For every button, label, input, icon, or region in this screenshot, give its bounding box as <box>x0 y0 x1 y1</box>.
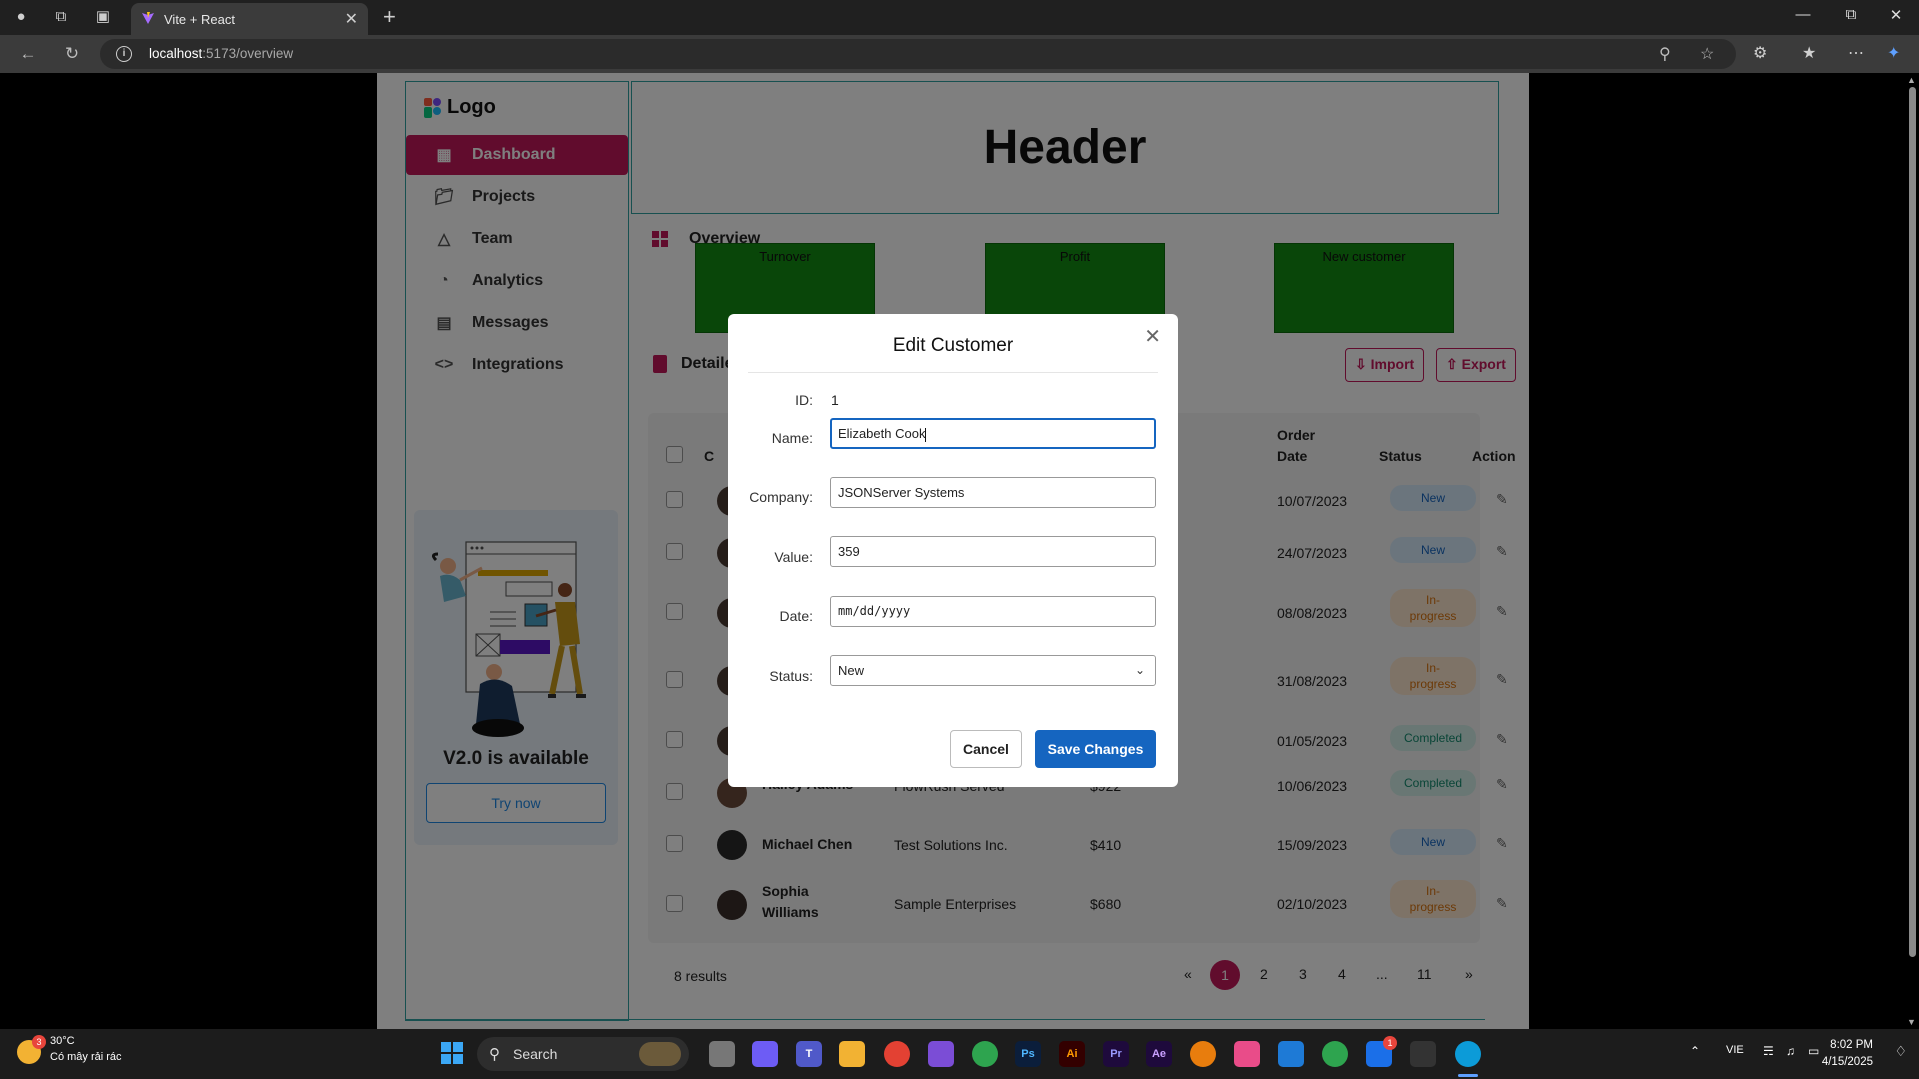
company-label: Company: <box>749 489 813 505</box>
photoshop-icon[interactable]: Ps <box>1015 1041 1041 1067</box>
new-tab-icon[interactable]: + <box>383 4 396 30</box>
cancel-button[interactable]: Cancel <box>950 730 1022 768</box>
status-select-value: New <box>838 663 865 678</box>
zalo-badge: 1 <box>1383 1036 1397 1050</box>
system-clock[interactable]: 8:02 PM 4/15/2025 <box>1822 1037 1873 1071</box>
save-changes-button[interactable]: Save Changes <box>1035 730 1156 768</box>
chevron-up-icon[interactable]: ⌃ <box>1690 1044 1700 1058</box>
tab-title: Vite + React <box>164 12 235 27</box>
reload-icon[interactable]: ↻ <box>60 43 84 65</box>
scroll-up-icon[interactable]: ▲ <box>1907 75 1916 85</box>
weather-badge: 3 <box>32 1035 46 1049</box>
modal-title: Edit Customer <box>892 335 1014 356</box>
clock-date: 4/15/2025 <box>1821 1056 1873 1068</box>
extensions-icon[interactable]: ⚙ <box>1753 43 1767 63</box>
date-field[interactable]: mm/dd/yyyy <box>830 596 1156 627</box>
url-field[interactable]: i localhost:5173/overview ⚲ ☆ <box>100 39 1736 69</box>
profile-icon[interactable]: ● <box>10 6 32 28</box>
edit-customer-modal: Edit Customer ✕ ID: 1 Name: Elizabeth Co… <box>728 314 1178 787</box>
notification-bell-icon[interactable]: ♢ <box>1894 1043 1907 1060</box>
viewport: Logo ▦ Dashboard 📁︎ Projects △ Team ◔ An… <box>0 73 1919 1029</box>
wifi-icon[interactable]: ☴ <box>1763 1044 1774 1058</box>
company-field[interactable]: JSONServer Systems <box>830 477 1156 508</box>
illustrator-icon[interactable]: Ai <box>1059 1041 1085 1067</box>
status-label: Status: <box>769 668 813 684</box>
copilot-app-icon[interactable] <box>752 1041 778 1067</box>
close-icon[interactable]: ✕ <box>1144 324 1161 349</box>
url-text: localhost:5173/overview <box>149 46 294 61</box>
temperature: 30°C <box>50 1035 75 1047</box>
scrollbar-thumb[interactable] <box>1909 87 1916 957</box>
site-info-icon[interactable]: i <box>116 46 132 62</box>
active-app-indicator <box>1458 1074 1478 1077</box>
volume-icon[interactable]: ♫ <box>1786 1044 1795 1058</box>
teams-icon[interactable]: T <box>796 1041 822 1067</box>
task-view-icon[interactable] <box>709 1041 735 1067</box>
chatgpt-icon[interactable] <box>972 1041 998 1067</box>
back-icon[interactable]: ← <box>16 43 40 65</box>
copilot-icon[interactable]: ✦ <box>1887 43 1900 63</box>
workspaces-icon[interactable]: ⧉ <box>50 6 72 28</box>
value-label: Value: <box>774 549 813 565</box>
close-window-icon[interactable]: ✕ <box>1881 6 1911 24</box>
search-icon: ⚲ <box>489 1046 500 1063</box>
date-label: Date: <box>779 608 813 624</box>
chrome-icon[interactable] <box>884 1041 910 1067</box>
weather-description: Có mây rải rác <box>50 1051 122 1063</box>
more-menu-icon[interactable]: ⋯ <box>1848 43 1864 63</box>
taskbar-search[interactable]: ⚲ Search <box>477 1037 689 1071</box>
favorites-icon[interactable]: ★ <box>1802 43 1816 63</box>
page-scrollbar[interactable]: ▲ ▼ <box>1905 73 1919 1029</box>
favorite-star-icon[interactable]: ☆ <box>1700 44 1714 64</box>
vite-logo-icon <box>142 12 154 24</box>
file-explorer-icon[interactable] <box>839 1041 865 1067</box>
premiere-icon[interactable]: Pr <box>1103 1041 1129 1067</box>
language-indicator[interactable]: VIE <box>1726 1044 1744 1056</box>
browser-tab-bar: ● ⧉ ▣ Vite + React ✕ + — ⧉ ✕ <box>0 0 1919 35</box>
chevron-down-icon: ⌄ <box>1134 663 1145 677</box>
edge-icon[interactable] <box>1455 1041 1481 1067</box>
app-icon[interactable] <box>928 1041 954 1067</box>
id-label: ID: <box>795 392 813 408</box>
chatgpt-app-icon[interactable] <box>1322 1041 1348 1067</box>
instagram-icon[interactable] <box>1234 1041 1260 1067</box>
text-caret <box>925 427 927 442</box>
clock-time: 8:02 PM <box>1830 1039 1873 1051</box>
name-field[interactable]: Elizabeth Cook <box>830 418 1156 449</box>
blender-icon[interactable] <box>1190 1041 1216 1067</box>
modal-divider <box>748 372 1158 373</box>
weather-widget[interactable]: 30°C Có mây rải rác <box>50 1035 122 1063</box>
name-field-value: Elizabeth Cook <box>838 426 926 441</box>
browser-tab[interactable]: Vite + React ✕ <box>131 3 368 35</box>
tab-actions-icon[interactable]: ▣ <box>92 6 114 28</box>
search-label: Search <box>513 1046 558 1062</box>
close-tab-icon[interactable]: ✕ <box>345 9 358 29</box>
after-effects-icon[interactable]: Ae <box>1146 1041 1172 1067</box>
status-select[interactable]: New ⌄ <box>830 655 1156 686</box>
restore-icon[interactable]: ⧉ <box>1836 6 1866 23</box>
terminal-icon[interactable] <box>1410 1041 1436 1067</box>
windows-start-icon[interactable] <box>439 1041 465 1067</box>
search-highlight-image <box>639 1042 681 1066</box>
name-label: Name: <box>771 430 813 446</box>
address-bar-row: ← ↻ i localhost:5173/overview ⚲ ☆ ⚙ ★ ⋯ … <box>0 35 1919 73</box>
minimize-icon[interactable]: — <box>1788 6 1818 23</box>
value-field[interactable]: 359 <box>830 536 1156 567</box>
scroll-down-icon[interactable]: ▼ <box>1907 1017 1916 1027</box>
id-value: 1 <box>831 392 839 408</box>
zoom-icon[interactable]: ⚲ <box>1659 44 1671 64</box>
battery-icon[interactable]: ▭ <box>1808 1044 1819 1058</box>
vscode-icon[interactable] <box>1278 1041 1304 1067</box>
windows-taskbar: 3 30°C Có mây rải rác ⚲ Search T Ps Ai P… <box>0 1029 1919 1079</box>
